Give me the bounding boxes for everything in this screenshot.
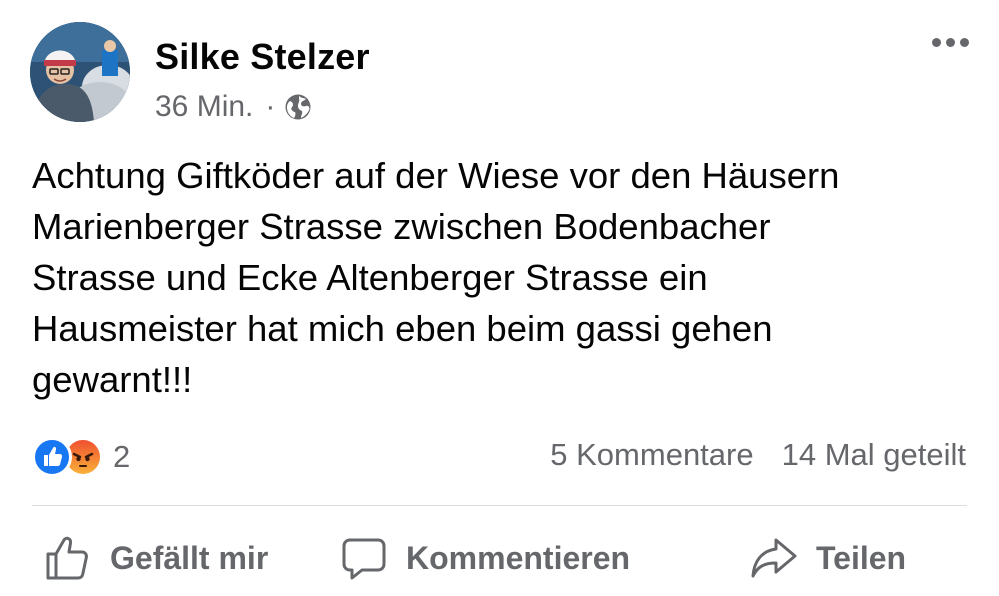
post-stats: 5 Kommentare 14 Mal geteilt <box>550 437 966 473</box>
action-bar: Gefällt mir Kommentieren Teilen <box>0 530 999 586</box>
like-button[interactable]: Gefällt mir <box>44 530 268 586</box>
share-arrow-icon <box>751 538 797 578</box>
comment-button[interactable]: Kommentieren <box>340 530 630 586</box>
divider <box>32 505 967 506</box>
share-count-link[interactable]: 14 Mal geteilt <box>782 437 966 473</box>
post-text: Achtung Giftköder auf der Wiese vor den … <box>32 155 840 400</box>
share-button[interactable]: Teilen <box>750 530 906 586</box>
share-label: Teilen <box>816 539 907 576</box>
post-meta: 36 Min. · <box>155 90 312 124</box>
more-dot <box>960 38 969 47</box>
like-label: Gefällt mir <box>110 539 269 576</box>
post-timestamp[interactable]: 36 Min. <box>155 90 253 124</box>
comment-bubble-icon <box>342 538 386 580</box>
author-avatar[interactable] <box>30 22 130 122</box>
more-options-icon[interactable] <box>932 38 969 47</box>
facebook-post: Silke Stelzer 36 Min. · Achtung Giftköde… <box>0 0 999 596</box>
reaction-count: 2 <box>113 439 131 474</box>
more-dot <box>946 38 955 47</box>
author-name[interactable]: Silke Stelzer <box>155 36 370 78</box>
thumbs-up-icon <box>46 536 88 580</box>
comment-label: Kommentieren <box>406 539 631 576</box>
globe-icon[interactable] <box>284 93 312 121</box>
reaction-summary[interactable]: 2 <box>32 437 130 477</box>
like-icon <box>32 437 72 477</box>
meta-separator: · <box>265 90 276 123</box>
comment-count-link[interactable]: 5 Kommentare <box>550 437 753 473</box>
more-dot <box>932 38 941 47</box>
avatar-photo <box>30 22 130 122</box>
